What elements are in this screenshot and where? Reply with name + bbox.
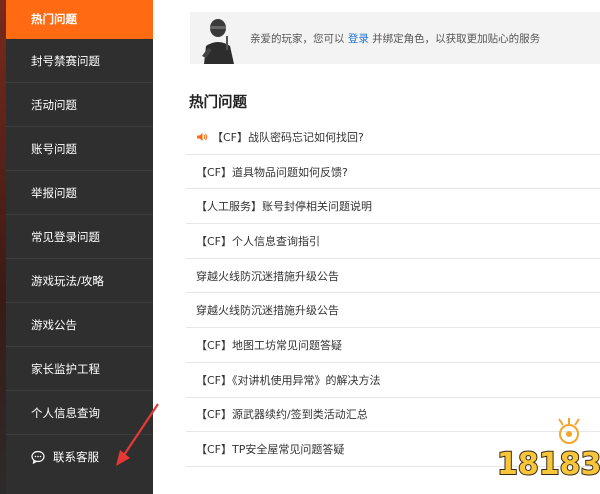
sidebar-item-login-issues[interactable]: 常见登录问题 (6, 215, 153, 259)
question-item[interactable]: 穿越火线防沉迷措施升级公告 (186, 259, 600, 294)
sidebar-item-label: 游戏公告 (31, 317, 77, 332)
question-item[interactable]: 【CF】战队密码忘记如何找回? (186, 120, 600, 155)
avatar (196, 12, 242, 64)
sidebar: 热门问题 封号禁赛问题 活动问题 账号问题 举报问题 常见登录问题 游戏玩法/攻… (6, 0, 153, 494)
sidebar-item-label: 封号禁赛问题 (31, 53, 100, 68)
sidebar-item-label: 活动问题 (31, 97, 77, 112)
question-text: 【CF】TP安全屋常见问题答疑 (196, 443, 345, 457)
login-notice-bar: 亲爱的玩家，您可以 登录 并绑定角色，以获取更加贴心的服务 (190, 12, 600, 64)
sidebar-item-ban-issues[interactable]: 封号禁赛问题 (6, 39, 153, 83)
notice-prefix: 亲爱的玩家，您可以 (250, 32, 348, 45)
section-title: 热门问题 (189, 95, 247, 111)
question-text: 【CF】个人信息查询指引 (196, 234, 321, 248)
sidebar-item-personal-info[interactable]: 个人信息查询 (6, 391, 153, 435)
sidebar-item-parental-guardian[interactable]: 家长监护工程 (6, 347, 153, 391)
question-text: 【CF】《对讲机使用异常》的解决方法 (196, 373, 381, 387)
sidebar-item-account-issues[interactable]: 账号问题 (6, 127, 153, 171)
question-item[interactable]: 【CF】《对讲机使用异常》的解决方法 (186, 363, 600, 398)
speaker-icon (196, 132, 208, 142)
question-text: 【CF】道具物品问题如何反馈? (196, 165, 348, 179)
sidebar-item-label: 常见登录问题 (31, 229, 100, 244)
question-text: 【CF】战队密码忘记如何找回? (212, 130, 364, 144)
question-item[interactable]: 【CF】个人信息查询指引 (186, 224, 600, 259)
sidebar-item-hot-questions[interactable]: 热门问题 (6, 0, 153, 39)
question-item[interactable]: 【人工服务】账号封停相关问题说明 (186, 189, 600, 225)
sidebar-item-label: 游戏玩法/攻略 (31, 273, 104, 288)
chat-bubble-icon (31, 450, 45, 465)
question-text: 【人工服务】账号封停相关问题说明 (196, 200, 372, 214)
sidebar-item-label: 账号问题 (31, 141, 77, 156)
sidebar-item-label: 热门问题 (31, 12, 77, 26)
question-text: 穿越火线防沉迷措施升级公告 (196, 269, 339, 283)
sidebar-item-event-issues[interactable]: 活动问题 (6, 83, 153, 127)
question-text: 【CF】地图工坊常见问题答疑 (196, 338, 343, 352)
contact-support-label: 联系客服 (53, 450, 99, 464)
watermark-logo: 18183 (493, 418, 600, 488)
login-notice-text: 亲爱的玩家，您可以 登录 并绑定角色，以获取更加贴心的服务 (250, 31, 540, 46)
sidebar-item-label: 家长监护工程 (31, 361, 100, 376)
contact-support-button[interactable]: 联系客服 (6, 435, 153, 479)
sidebar-item-announcements[interactable]: 游戏公告 (6, 303, 153, 347)
question-list: 【CF】战队密码忘记如何找回? 【CF】道具物品问题如何反馈? 【人工服务】账号… (186, 120, 600, 467)
notice-suffix: 并绑定角色，以获取更加贴心的服务 (368, 32, 541, 45)
sidebar-item-label: 个人信息查询 (31, 405, 100, 420)
question-text: 【CF】源武器续约/签到类活动汇总 (196, 408, 368, 422)
sidebar-item-gameplay-guide[interactable]: 游戏玩法/攻略 (6, 259, 153, 303)
sidebar-item-label: 举报问题 (31, 185, 77, 200)
login-link[interactable]: 登录 (348, 33, 369, 45)
watermark-text: 18183 (497, 447, 600, 482)
question-item[interactable]: 【CF】地图工坊常见问题答疑 (186, 328, 600, 363)
sidebar-item-report-issues[interactable]: 举报问题 (6, 171, 153, 215)
question-item[interactable]: 穿越火线防沉迷措施升级公告 (186, 293, 600, 329)
question-item[interactable]: 【CF】道具物品问题如何反馈? (186, 155, 600, 190)
content-gutter (153, 0, 186, 494)
question-text: 穿越火线防沉迷措施升级公告 (196, 304, 339, 318)
